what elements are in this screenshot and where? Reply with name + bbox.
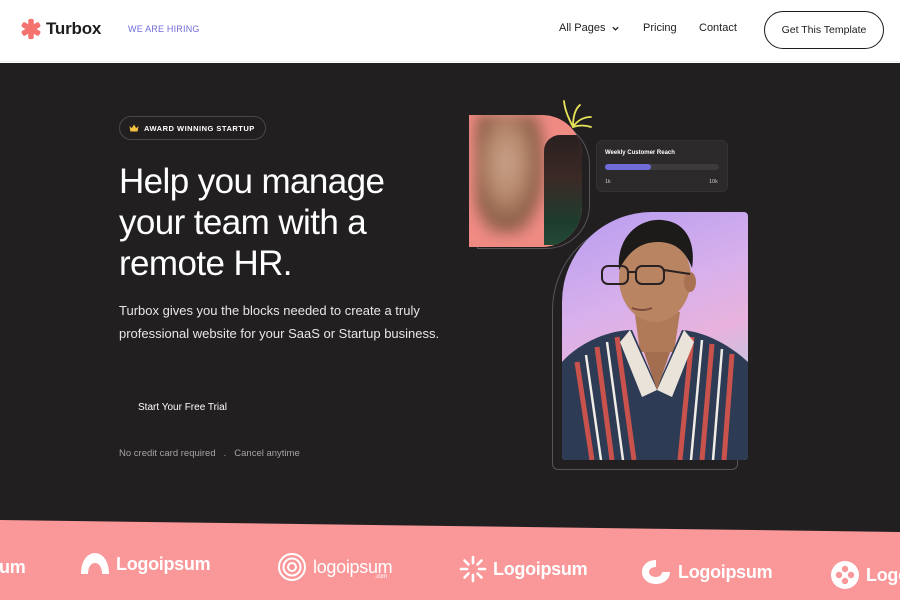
nav-pricing[interactable]: Pricing bbox=[643, 22, 677, 34]
asterisk-logo-icon bbox=[21, 18, 41, 40]
cancel-anytime-text: Cancel anytime bbox=[234, 448, 300, 459]
no-credit-card-text: No credit card required bbox=[119, 448, 216, 459]
chevron-down-icon bbox=[612, 26, 620, 31]
loop-logo-icon bbox=[642, 560, 670, 584]
top-navbar: Turbox WE ARE HIRING All Pages Pricing C… bbox=[0, 0, 900, 62]
blurred-face bbox=[475, 115, 545, 235]
dots-circle-logo-icon bbox=[831, 561, 859, 589]
hero-section: AWARD WINNING STARTUP Help you manage yo… bbox=[0, 63, 900, 543]
sunburst-logo-icon bbox=[459, 555, 487, 583]
hero-subtext: Turbox gives you the blocks needed to cr… bbox=[119, 303, 440, 341]
get-template-button[interactable]: Get This Template bbox=[764, 11, 884, 49]
reach-card-title: Weekly Customer Reach bbox=[605, 150, 675, 156]
partner-logo-3: logoipsum .com bbox=[277, 552, 393, 582]
nav-contact[interactable]: Contact bbox=[699, 22, 737, 34]
hero-headline: Help you manage your team with a remote … bbox=[119, 162, 385, 283]
partner-logo-1: um bbox=[0, 557, 26, 578]
woman-photo bbox=[469, 115, 582, 247]
fine-print-separator: . bbox=[223, 448, 227, 459]
reach-max-label: 10k bbox=[709, 179, 718, 185]
partner-logo-1-text: um bbox=[0, 557, 26, 577]
arch-logo-icon bbox=[81, 553, 109, 574]
man-photo bbox=[562, 212, 748, 460]
reach-progress-track bbox=[605, 164, 719, 170]
partner-logo-5-text: Logoipsum bbox=[678, 561, 773, 582]
weekly-reach-card: Weekly Customer Reach 1k 10k bbox=[596, 140, 728, 192]
sparkle-doodle-icon bbox=[563, 100, 592, 128]
nav-all-pages-label: All Pages bbox=[559, 22, 606, 34]
nav-all-pages[interactable]: All Pages bbox=[559, 22, 620, 34]
brand-name: Turbox bbox=[46, 19, 102, 38]
hair-shoulder bbox=[544, 135, 582, 245]
man-portrait-illustration bbox=[562, 219, 748, 460]
partner-logo-5: Logoipsum bbox=[640, 558, 773, 586]
partner-logo-4: Logoipsum bbox=[459, 555, 588, 583]
start-free-trial-button[interactable]: Start Your Free Trial bbox=[138, 402, 227, 413]
partner-logo-3-sub: .com bbox=[375, 574, 387, 580]
we-are-hiring-link[interactable]: WE ARE HIRING bbox=[128, 24, 200, 34]
concentric-circles-logo-icon bbox=[278, 553, 306, 581]
crown-icon bbox=[129, 124, 139, 132]
fine-print: No credit card required . Cancel anytime bbox=[119, 448, 300, 459]
reach-progress-fill bbox=[605, 164, 651, 170]
partner-logo-2: Logoipsum bbox=[80, 552, 211, 576]
nav-contact-label: Contact bbox=[699, 22, 737, 34]
partner-logo-2-text: Logoipsum bbox=[116, 553, 211, 574]
partner-logo-6-text: Logo bbox=[866, 564, 900, 585]
partner-logo-6: Logo bbox=[830, 560, 900, 590]
nav-pricing-label: Pricing bbox=[643, 22, 677, 34]
partner-logo-4-text: Logoipsum bbox=[493, 558, 588, 579]
brand-logo[interactable]: Turbox bbox=[20, 18, 101, 40]
award-badge-label: AWARD WINNING STARTUP bbox=[144, 123, 255, 133]
reach-min-label: 1k bbox=[605, 179, 611, 185]
award-badge: AWARD WINNING STARTUP bbox=[119, 116, 266, 140]
